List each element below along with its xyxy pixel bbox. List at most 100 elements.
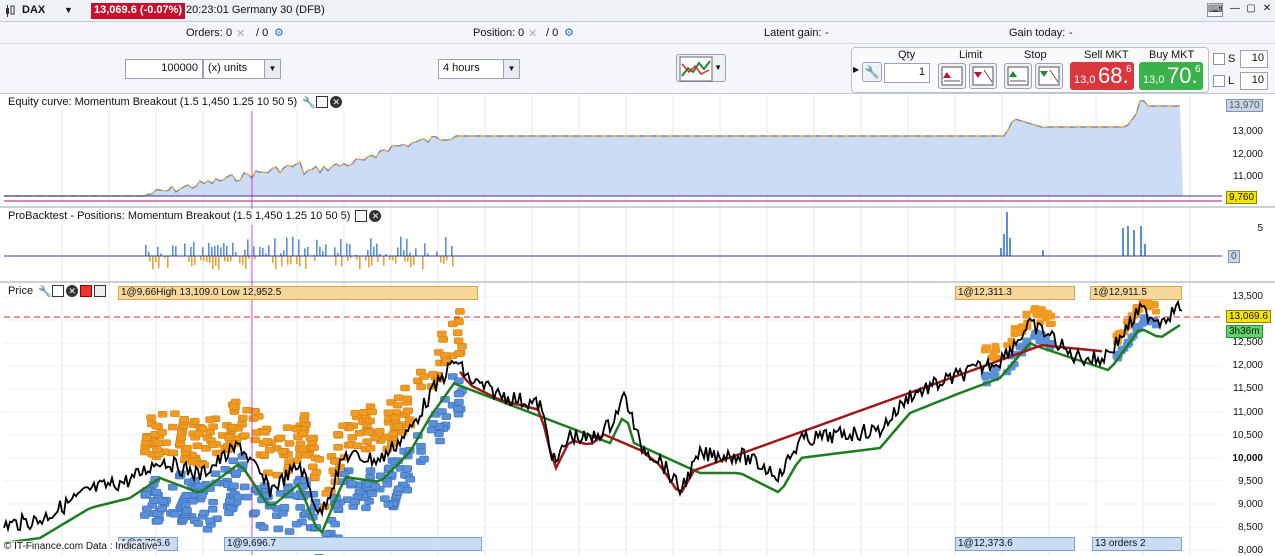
maximize-icon[interactable]: ▢ — [1243, 3, 1259, 17]
position-bar — [334, 247, 336, 256]
position-bar — [397, 247, 399, 256]
sell-order-marker — [991, 343, 999, 349]
order-label[interactable]: 1@9,696.7 — [224, 537, 482, 551]
limit-sell-button[interactable] — [938, 63, 966, 89]
l-label: L — [1228, 75, 1234, 87]
close-icon[interactable]: ✕ — [369, 210, 381, 222]
qty-input[interactable]: 1 — [884, 63, 930, 83]
position-bar — [1144, 244, 1146, 256]
sell-order-marker — [454, 319, 463, 325]
gear-icon[interactable]: ⚙ — [564, 26, 574, 39]
price-axis-tick: 9,000 — [1238, 499, 1263, 510]
position-bar — [247, 239, 249, 256]
position-bar — [400, 237, 402, 256]
price-axis-tick: 10,000 — [1232, 453, 1263, 464]
position-bar — [290, 256, 292, 264]
position-bar — [217, 245, 219, 256]
equity-curve-fill — [4, 101, 1183, 196]
order-label[interactable]: 1@12,911.5 — [1090, 286, 1182, 300]
order-label[interactable]: 13 orders 2 — [1092, 537, 1182, 551]
timeframe-select[interactable]: 4 hours ▼ — [438, 59, 520, 79]
limit-buy-button[interactable] — [969, 63, 997, 89]
price-axis-tick: 11,500 — [1233, 383, 1263, 394]
position-bar — [191, 256, 193, 266]
s-checkbox[interactable] — [1213, 53, 1225, 65]
position-bar — [274, 238, 276, 256]
wrench-icon[interactable]: 🔧 — [862, 62, 882, 82]
sell-order-marker — [300, 412, 309, 418]
sell-market-button[interactable]: 13,0 68. 6 — [1070, 62, 1134, 90]
limit-sell-icon — [939, 64, 965, 88]
sell-order-marker — [229, 424, 238, 430]
minimize-icon[interactable]: — — [1227, 3, 1243, 17]
stop-sell-button[interactable] — [1035, 63, 1063, 89]
l-input[interactable]: 10 — [1240, 72, 1268, 90]
close-icon[interactable]: ✕ — [528, 27, 537, 40]
sell-order-marker — [429, 371, 438, 377]
quantity-input[interactable]: 100000 — [125, 59, 203, 79]
strategy-button[interactable]: ▼ — [676, 54, 726, 82]
close-icon[interactable]: ✕ — [330, 96, 342, 108]
s-input[interactable]: 10 — [1240, 50, 1268, 68]
position-bar — [1000, 248, 1002, 256]
buy-order-marker — [211, 471, 220, 477]
price-axis-tick: 8,500 — [1238, 522, 1263, 533]
buy-order-marker — [208, 506, 217, 512]
keyboard-icon[interactable]: ⌨ — [1207, 3, 1223, 17]
sell-order-marker — [1011, 325, 1019, 331]
order-label[interactable]: 1@12,311.3 — [955, 286, 1075, 300]
position-bar — [409, 253, 411, 256]
equity-panel-header: Equity curve: Momentum Breakout (1.5 1,4… — [4, 95, 346, 111]
equity-last-value-tag: 13,970 — [1226, 99, 1263, 112]
buy-order-marker — [224, 510, 233, 516]
chevron-down-icon[interactable]: ▼ — [64, 5, 73, 15]
stop-buy-button[interactable] — [1004, 63, 1032, 89]
sell-order-marker — [453, 330, 462, 336]
buy-order-marker — [194, 521, 203, 527]
buy-order-marker — [149, 497, 158, 503]
units-select[interactable]: (x) units ▼ — [203, 59, 281, 79]
window-icon[interactable] — [52, 285, 64, 297]
position-bar — [1006, 212, 1008, 256]
sell-arrow-icon[interactable] — [80, 285, 92, 297]
sell-order-marker — [299, 446, 308, 452]
buy-market-button[interactable]: 13,0 70. 6 — [1139, 62, 1203, 90]
window-icon[interactable] — [355, 210, 367, 222]
buy-arrow-icon[interactable] — [94, 285, 106, 297]
position-bar — [244, 250, 246, 256]
instrument-symbol[interactable]: DAX — [22, 4, 45, 16]
s-label: S — [1228, 53, 1235, 65]
close-icon[interactable]: ✕ — [1259, 3, 1275, 17]
position-bar — [413, 256, 415, 265]
chevron-down-icon[interactable]: ▼ — [714, 63, 722, 72]
orders-total: / 0 — [256, 27, 268, 39]
wrench-icon[interactable]: 🔧 — [38, 285, 50, 297]
buy-order-marker — [158, 499, 167, 505]
buy-order-marker — [229, 483, 238, 489]
chevron-down-icon[interactable]: ▼ — [503, 60, 519, 78]
close-icon[interactable]: ✕ — [66, 285, 78, 297]
sell-order-marker — [1031, 305, 1039, 311]
buy-price-sup: 6 — [1195, 64, 1201, 75]
sell-order-marker — [334, 444, 343, 450]
sell-order-marker — [249, 415, 258, 421]
chevron-down-icon[interactable]: ▼ — [264, 60, 280, 78]
order-label[interactable]: 1@12,373.6 — [955, 537, 1075, 551]
sell-order-marker — [457, 343, 466, 349]
chart-area[interactable] — [0, 95, 1275, 555]
position-bar — [322, 251, 324, 256]
equity-panel-title: Equity curve: Momentum Breakout (1.5 1,4… — [8, 96, 297, 108]
title-bar: DAX ▼ 13,069.6 (-0.07%) 20:23:01 Germany… — [0, 0, 1275, 22]
buy-order-marker — [209, 499, 218, 505]
gear-icon[interactable]: ⚙ — [274, 26, 284, 39]
chevron-right-icon[interactable]: ▶ — [853, 65, 859, 74]
close-icon[interactable]: ✕ — [236, 27, 245, 40]
position-bar — [292, 237, 294, 256]
sell-price-prefix: 13,0 — [1074, 74, 1095, 86]
buy-order-marker — [417, 448, 426, 454]
sell-order-marker — [263, 438, 272, 444]
l-checkbox[interactable] — [1213, 75, 1225, 87]
wrench-icon[interactable]: 🔧 — [302, 96, 314, 108]
buy-order-marker — [243, 494, 252, 500]
window-icon[interactable] — [316, 96, 328, 108]
